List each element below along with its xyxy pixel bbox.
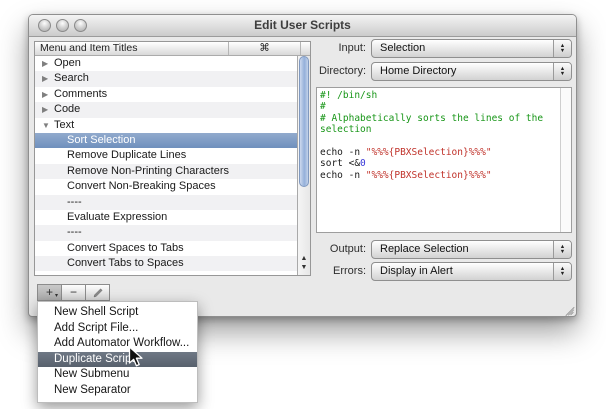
pencil-icon [92,287,104,299]
list-item-label: Convert Non-Breaking Spaces [35,179,297,194]
disclosure-collapsed-icon[interactable]: ▶ [42,102,48,117]
code-line: echo -n "%%%{PBXSelection}%%%" [320,170,559,181]
errors-value: Display in Alert [380,263,453,280]
code-line: echo -n "%%%{PBXSelection}%%%" [320,147,559,158]
column-header-titles[interactable]: Menu and Item Titles [35,42,229,55]
code-line: # Alphabetically sorts the lines of the [320,113,559,124]
remove-script-button[interactable]: − [61,284,86,301]
disclosure-expanded-icon[interactable]: ▼ [42,118,50,133]
list-item[interactable]: ---- [35,195,297,210]
popup-stepper-icon: ▲▼ [553,241,571,258]
input-popup[interactable]: Selection ▲▼ [371,39,572,58]
title-bar[interactable]: Edit User Scripts [29,15,576,37]
add-script-menu: New Shell ScriptAdd Script File...Add Au… [37,301,198,403]
list-item-label: Sort Selection [35,133,297,148]
screen: Edit User Scripts Menu and Item Titles ⌘… [0,0,606,409]
popup-stepper-icon: ▲▼ [553,40,571,57]
code-token-plain: echo -n [320,170,366,181]
list-item-label: Remove Duplicate Lines [35,148,297,163]
output-popup[interactable]: Replace Selection ▲▼ [371,240,572,259]
list-item[interactable]: Remove Non-Printing Characters [35,164,297,179]
list-item-label: Code [35,102,297,117]
code-token-string: "%%%{PBXSelection}%%%" [366,147,492,158]
add-menu-caret-icon: ▾ [55,293,58,299]
code-line: sort <&0 [320,158,559,169]
disclosure-collapsed-icon[interactable]: ▶ [42,87,48,102]
list-item-label: Remove Non-Printing Characters [35,164,297,179]
minus-icon: − [70,285,77,299]
code-line [320,136,559,147]
list-item[interactable]: Sort Selection [35,133,297,148]
menu-item[interactable]: Add Script File... [38,321,197,337]
popup-stepper-icon: ▲▼ [553,263,571,280]
errors-popup[interactable]: Display in Alert ▲▼ [371,262,572,281]
directory-popup[interactable]: Home Directory ▲▼ [371,62,572,81]
code-token-number: 0 [360,158,366,169]
menu-item[interactable]: New Submenu [38,367,197,383]
code-token-comment: # Alphabetically sorts the lines of the [320,113,543,124]
menu-item[interactable]: New Shell Script [38,305,197,321]
code-line: #! /bin/sh [320,90,559,101]
code-token-plain: sort <& [320,158,360,169]
window-title: Edit User Scripts [29,18,576,32]
list-item[interactable]: ▶Comments [35,87,297,102]
edit-user-scripts-window: Edit User Scripts Menu and Item Titles ⌘… [28,14,577,317]
list-item[interactable]: ---- [35,225,297,240]
edit-script-button[interactable] [85,284,110,301]
directory-value: Home Directory [380,63,456,80]
list-item[interactable]: Evaluate Expression [35,210,297,225]
code-token-string: "%%%{PBXSelection}%%%" [366,170,492,181]
directory-label: Directory: [239,62,366,81]
list-item-label: ---- [35,225,297,240]
script-text[interactable]: #! /bin/sh## Alphabetically sorts the li… [320,90,559,230]
menu-item[interactable]: Add Automator Workflow... [38,336,197,352]
resize-grip[interactable] [562,302,574,314]
disclosure-collapsed-icon[interactable]: ▶ [42,71,48,86]
code-token-comment: selection [320,124,371,135]
code-token-comment: # [320,101,326,112]
code-line: # [320,101,559,112]
output-value: Replace Selection [380,241,469,258]
list-item-label: Evaluate Expression [35,210,297,225]
add-script-button[interactable]: + ▾ [37,284,62,301]
list-item[interactable]: ▶Code [35,102,297,117]
editor-scrollbar[interactable] [560,88,571,232]
input-value: Selection [380,40,425,57]
code-token-plain: echo -n [320,147,366,158]
output-label: Output: [239,240,366,259]
disclosure-collapsed-icon[interactable]: ▶ [42,56,48,71]
script-editor[interactable]: #! /bin/sh## Alphabetically sorts the li… [316,87,572,233]
errors-label: Errors: [239,262,366,281]
plus-icon: + [46,285,53,299]
list-item-label: ---- [35,195,297,210]
mouse-cursor-icon [128,346,144,368]
list-toolbar: + ▾ − [37,284,110,301]
code-line: selection [320,124,559,135]
popup-stepper-icon: ▲▼ [553,63,571,80]
list-item[interactable]: ▼Text [35,118,297,133]
input-label: Input: [239,39,366,58]
list-item[interactable]: Remove Duplicate Lines [35,148,297,163]
menu-item[interactable]: New Separator [38,383,197,399]
list-item-label: Comments [35,87,297,102]
code-token-comment: #! /bin/sh [320,90,377,101]
list-item[interactable]: Convert Non-Breaking Spaces [35,179,297,194]
list-item-label: Text [35,118,297,133]
menu-item[interactable]: Duplicate Script [38,352,197,368]
